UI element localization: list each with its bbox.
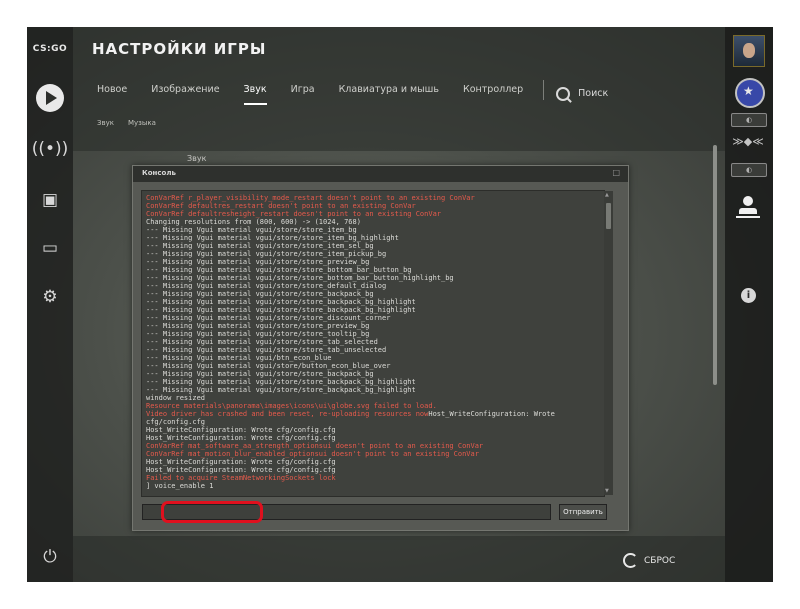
- console-line: ConVarRef defaultres_restart doesn't poi…: [146, 202, 416, 210]
- console-line: --- Missing Vgui material vgui/store/sto…: [146, 290, 374, 298]
- console-line: --- Missing Vgui material vgui/store/sto…: [146, 234, 399, 242]
- console-line: ConVarRef defaultresheight_restart doesn…: [146, 210, 442, 218]
- level-indicator[interactable]: ◐: [731, 163, 767, 177]
- console-line: --- Missing Vgui material vgui/store/sto…: [146, 314, 391, 322]
- level-indicator[interactable]: ◐: [731, 113, 767, 127]
- console-line: --- Missing Vgui material vgui/store/sto…: [146, 346, 387, 354]
- broadcast-icon[interactable]: ((•)): [32, 134, 69, 164]
- console-line: --- Missing Vgui material vgui/store/sto…: [146, 370, 374, 378]
- search-button[interactable]: Поиск: [556, 82, 608, 106]
- console-line: --- Missing Vgui material vgui/btn_econ_…: [146, 354, 332, 362]
- console-line: ] voice_enable 1: [146, 482, 214, 490]
- submit-button[interactable]: Отправить: [559, 504, 607, 520]
- console-line: --- Missing Vgui material vgui/store/sto…: [146, 242, 374, 250]
- console-log: ConVarRef r_player_visibility_mode_resta…: [146, 194, 604, 490]
- console-line: --- Missing Vgui material vgui/store/but…: [146, 362, 391, 370]
- tab-new[interactable]: Новое: [97, 82, 127, 106]
- console-line: --- Missing Vgui material vgui/store/sto…: [146, 266, 412, 274]
- console-line: Video driver has crashed and been reset,…: [146, 410, 555, 418]
- console-output: ConVarRef r_player_visibility_mode_resta…: [141, 190, 605, 497]
- console-line: Host_WriteConfiguration: Wrote cfg/confi…: [146, 434, 336, 442]
- console-line: ConVarRef r_player_visibility_mode_resta…: [146, 194, 475, 202]
- settings-scrollbar[interactable]: [713, 145, 717, 385]
- console-line: --- Missing Vgui material vgui/store/sto…: [146, 338, 378, 346]
- settings-subtabs: Звук Музыка: [97, 119, 170, 127]
- console-line: Host_WriteConfiguration: Wrote cfg/confi…: [146, 466, 336, 474]
- console-scrollbar[interactable]: ▲ ▼: [604, 191, 613, 495]
- avatar[interactable]: [733, 35, 765, 67]
- console-titlebar[interactable]: Консоль □: [133, 166, 628, 182]
- console-line: --- Missing Vgui material vgui/store/sto…: [146, 282, 387, 290]
- settings-tabs: Новое Изображение Звук Игра Клавиатура и…: [97, 80, 608, 106]
- console-line: --- Missing Vgui material vgui/store/sto…: [146, 330, 370, 338]
- console-line: --- Missing Vgui material vgui/store/sto…: [146, 298, 416, 306]
- briefcase-icon[interactable]: ▣: [33, 185, 67, 215]
- scroll-down-icon[interactable]: ▼: [605, 488, 609, 494]
- friends-icon[interactable]: [736, 194, 760, 220]
- console-line: Resource materials\panorama\images\icons…: [146, 402, 437, 410]
- console-line: cfg/config.cfg: [146, 418, 206, 426]
- search-label: Поиск: [578, 88, 609, 99]
- subtab-music[interactable]: Музыка: [128, 119, 156, 127]
- section-heading: Звук: [187, 154, 207, 163]
- console-line: Failed to acquire SteamNetworkingSockets…: [146, 474, 336, 482]
- console-line: --- Missing Vgui material vgui/store/sto…: [146, 306, 416, 314]
- console-line: Host_WriteConfiguration: Wrote cfg/confi…: [146, 458, 336, 466]
- console-line: Host_WriteConfiguration: Wrote cfg/confi…: [146, 426, 336, 434]
- console-title: Консоль: [142, 169, 176, 177]
- console-line: --- Missing Vgui material vgui/store/sto…: [146, 274, 454, 282]
- tab-game[interactable]: Игра: [291, 82, 315, 106]
- scroll-thumb[interactable]: [606, 203, 611, 229]
- reset-icon: [623, 553, 638, 568]
- wings-icon[interactable]: ≫◆≪: [729, 136, 767, 148]
- tab-sound[interactable]: Звук: [243, 82, 267, 106]
- tab-keyboard-mouse[interactable]: Клавиатура и мышь: [339, 82, 439, 106]
- console-line: Changing resolutions from (800, 600) -> …: [146, 218, 361, 226]
- console-line: ConVarRef mat_motion_blur_enabled_option…: [146, 450, 479, 458]
- console-line: --- Missing Vgui material vgui/store/sto…: [146, 226, 357, 234]
- subtab-sound[interactable]: Звук: [97, 119, 114, 127]
- close-icon[interactable]: □: [612, 168, 620, 177]
- csgo-window: CS:GO ((•)) ▣ ▭ ⚙ ⏻ НАСТРОЙКИ ИГРЫ Новое…: [27, 27, 773, 582]
- console-line: --- Missing Vgui material vgui/store/sto…: [146, 258, 370, 266]
- tab-video[interactable]: Изображение: [151, 82, 219, 106]
- tv-icon[interactable]: ▭: [33, 233, 67, 263]
- search-icon: [556, 87, 571, 101]
- console-window: Консоль □ ConVarRef r_player_visibility_…: [132, 165, 629, 531]
- gear-icon[interactable]: ⚙: [33, 282, 67, 312]
- console-line: --- Missing Vgui material vgui/store/sto…: [146, 250, 387, 258]
- annotation-highlight: [161, 501, 263, 523]
- info-icon[interactable]: i: [741, 288, 756, 303]
- csgo-logo: CS:GO: [32, 44, 68, 54]
- scroll-up-icon[interactable]: ▲: [605, 192, 609, 198]
- play-button[interactable]: [36, 84, 64, 112]
- console-line: ConVarRef mat_software_aa_strength_optio…: [146, 442, 484, 450]
- reset-button[interactable]: СБРОС: [623, 553, 675, 568]
- console-line: --- Missing Vgui material vgui/store/sto…: [146, 386, 416, 394]
- rank-badge-icon[interactable]: ★: [735, 78, 765, 108]
- console-line: --- Missing Vgui material vgui/store/sto…: [146, 378, 416, 386]
- left-sidebar: CS:GO ((•)) ▣ ▭ ⚙ ⏻: [27, 27, 73, 582]
- right-sidebar: ★ ◐ ≫◆≪ ◐ i: [725, 27, 773, 582]
- page-title: НАСТРОЙКИ ИГРЫ: [92, 40, 267, 58]
- console-line: window resized: [146, 394, 206, 402]
- tab-controller[interactable]: Контроллер: [463, 82, 523, 106]
- tab-divider: [543, 80, 545, 100]
- console-line: --- Missing Vgui material vgui/store/sto…: [146, 322, 370, 330]
- reset-label: СБРОС: [644, 555, 676, 566]
- avatar-face: [743, 43, 755, 58]
- power-icon[interactable]: ⏻: [33, 542, 67, 572]
- settings-header: НАСТРОЙКИ ИГРЫ Новое Изображение Звук Иг…: [73, 27, 725, 151]
- play-icon: [46, 91, 57, 105]
